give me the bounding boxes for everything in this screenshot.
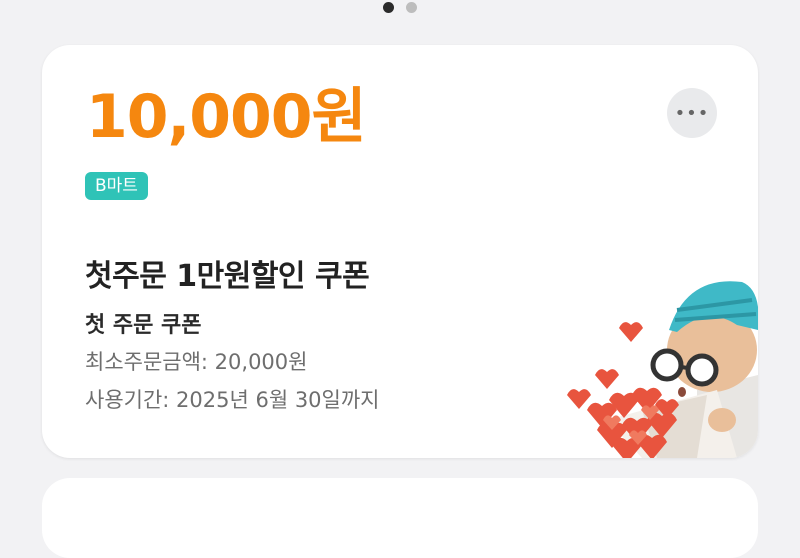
character-hearts-illustration	[567, 281, 758, 458]
store-badge: B마트	[85, 172, 148, 200]
coupon-subtitle: 첫 주문 쿠폰	[85, 313, 202, 338]
min-order-amount: 최소주문금액: 20,000원	[85, 350, 308, 374]
coupon-title: 첫주문 1만원할인 쿠폰	[85, 259, 370, 294]
next-coupon-card[interactable]	[42, 478, 758, 558]
more-options-button[interactable]: •••	[667, 88, 717, 138]
pagination-dots	[0, 2, 800, 14]
pagination-dot-1[interactable]	[383, 2, 394, 13]
coupon-amount: 10,000원	[86, 82, 367, 152]
coupon-card[interactable]: 10,000원 ••• B마트 첫주문 1만원할인 쿠폰 첫 주문 쿠폰 최소주…	[42, 45, 758, 458]
pagination-dot-2[interactable]	[406, 2, 417, 13]
usage-period: 사용기간: 2025년 6월 30일까지	[85, 388, 380, 412]
more-horizontal-icon: •••	[674, 102, 710, 124]
